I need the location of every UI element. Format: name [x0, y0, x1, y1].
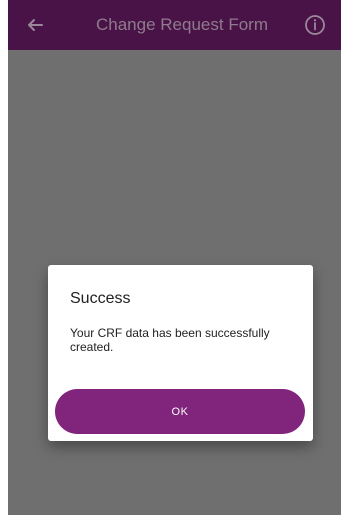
app-bar: Change Request Form — [8, 0, 341, 50]
dialog-title: Success — [70, 290, 131, 307]
screenshot-frame: Change Request Form Success Your CRF dat… — [0, 0, 345, 515]
app-screen: Change Request Form Success Your CRF dat… — [8, 0, 341, 515]
arrow-left-icon — [28, 19, 43, 31]
info-button[interactable] — [299, 9, 331, 41]
back-button[interactable] — [18, 8, 52, 42]
ok-button[interactable]: OK — [55, 389, 305, 434]
page-title: Change Request Form — [96, 15, 268, 34]
info-icon — [305, 15, 325, 35]
dialog-message: Your CRF data has been successfully crea… — [70, 326, 270, 354]
success-dialog: Success Your CRF data has been successfu… — [48, 265, 313, 441]
